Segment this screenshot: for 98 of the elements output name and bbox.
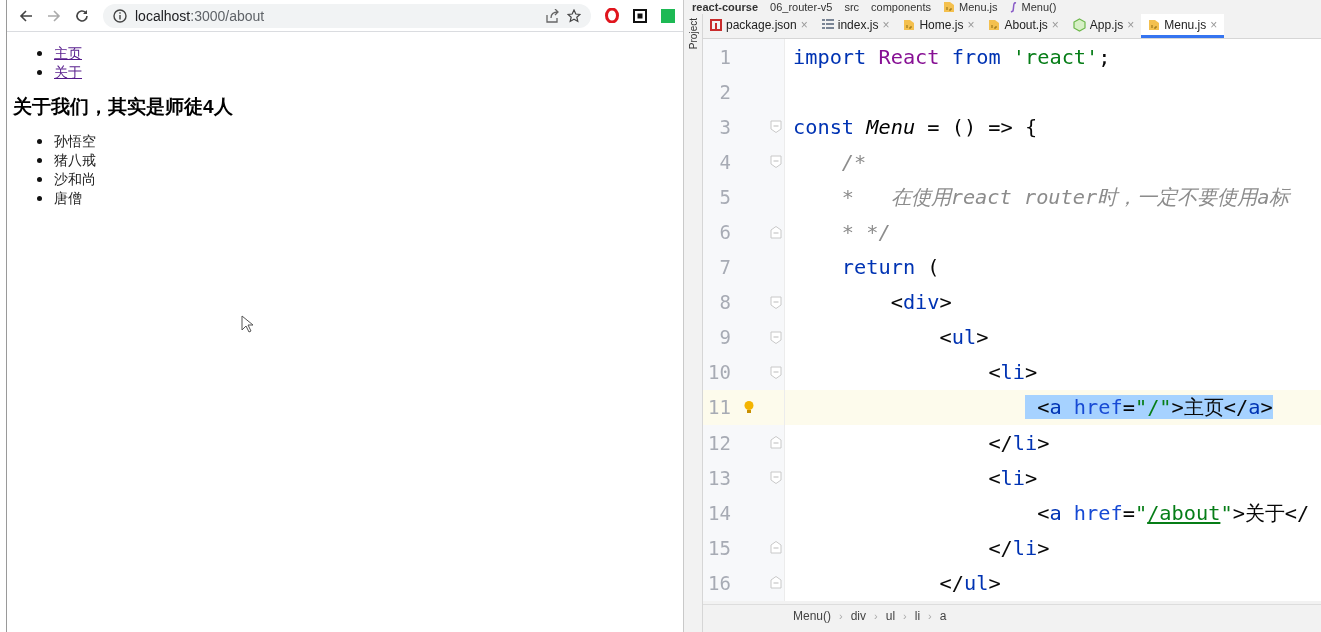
- code-line: <li>: [987, 465, 1038, 490]
- lightbulb-icon[interactable]: [743, 400, 755, 415]
- fold-marker-icon[interactable]: [770, 330, 782, 344]
- share-icon[interactable]: [545, 8, 559, 23]
- editor-tab[interactable]: App.js ×: [1065, 14, 1142, 38]
- chevron-icon: ›: [839, 610, 843, 622]
- code-line: return (: [840, 255, 940, 280]
- line-number: 16: [707, 571, 731, 594]
- square-extension-icon[interactable]: [661, 8, 675, 23]
- code-line: /*: [840, 149, 867, 174]
- member-name: 猪八戒: [54, 151, 96, 170]
- fold-marker-icon[interactable]: [770, 120, 782, 134]
- line-number: 5: [718, 185, 731, 208]
- text-file-icon: [821, 19, 834, 30]
- code-line: * 在使用react router时，一定不要使用a标: [840, 183, 1290, 211]
- line-number: 8: [718, 291, 731, 314]
- bullet-icon: [37, 158, 42, 163]
- js-file-icon: [1148, 18, 1161, 31]
- code-line: * */: [840, 220, 891, 244]
- bullet-icon: [37, 196, 42, 201]
- fold-marker-icon[interactable]: [770, 471, 782, 485]
- js-file-icon: [943, 1, 956, 13]
- info-icon[interactable]: [113, 8, 127, 23]
- opera-icon[interactable]: [605, 8, 619, 23]
- fold-marker-icon[interactable]: [770, 576, 782, 590]
- js-file-icon: [903, 18, 916, 31]
- member-name: 沙和尚: [54, 170, 96, 189]
- code-line: <ul>: [938, 325, 989, 350]
- nav-link[interactable]: 主页: [54, 44, 82, 63]
- bullet-icon: [37, 70, 42, 75]
- reload-icon[interactable]: [75, 8, 89, 23]
- editor-tab[interactable]: package.json ×: [703, 14, 815, 38]
- line-number: 1: [718, 45, 731, 68]
- bullet-icon: [37, 51, 42, 56]
- bullet-icon: [37, 139, 42, 144]
- line-number: 7: [718, 256, 731, 279]
- forward-icon[interactable]: [47, 8, 61, 23]
- code-line: <a href="/">主页</a>: [793, 393, 1273, 422]
- member-name: 唐僧: [54, 189, 82, 208]
- status-path-item[interactable]: a: [939, 609, 947, 623]
- chevron-icon: ›: [928, 610, 932, 622]
- page-heading: 关于我们，其实是师徒4人: [13, 95, 234, 119]
- breadcrumb-item[interactable]: src: [844, 1, 860, 13]
- line-number: 13: [707, 466, 731, 489]
- js-file-icon: [988, 18, 1001, 31]
- mouse-cursor-icon: [241, 315, 253, 333]
- editor-tab[interactable]: Menu.js ×: [1141, 14, 1225, 38]
- chevron-icon: ›: [903, 610, 907, 622]
- node-icon: [1072, 17, 1086, 32]
- line-number: 3: [718, 115, 731, 138]
- line-number: 6: [718, 221, 731, 243]
- breadcrumb-item[interactable]: 06_router-v5: [770, 1, 833, 13]
- line-number: 9: [718, 326, 731, 349]
- breadcrumb-item[interactable]: Menu.js: [943, 1, 998, 13]
- code-line: import React from 'react';: [793, 44, 1111, 69]
- fold-marker-icon[interactable]: [770, 295, 782, 309]
- back-icon[interactable]: [19, 8, 33, 23]
- chevron-icon: ›: [874, 610, 878, 622]
- status-path-item[interactable]: div: [850, 609, 867, 623]
- url-path: :3000/about: [190, 7, 266, 24]
- bullet-icon: [37, 177, 42, 182]
- editor-tab[interactable]: index.js ×: [814, 14, 897, 38]
- code-line: const Menu = () => {: [793, 114, 1038, 139]
- editor-tab[interactable]: About.js ×: [981, 14, 1066, 38]
- project-panel-label[interactable]: Project: [687, 18, 699, 50]
- breadcrumb-item[interactable]: react-course: [692, 1, 759, 13]
- url-host: localhost: [135, 7, 191, 24]
- breadcrumb-item[interactable]: Menu(): [1009, 1, 1057, 13]
- line-number: 10: [707, 361, 731, 384]
- code-line: </li>: [987, 535, 1050, 560]
- fold-marker-icon[interactable]: [770, 436, 782, 450]
- fold-marker-icon[interactable]: [770, 365, 782, 379]
- function-icon: [1009, 1, 1018, 13]
- line-number: 2: [718, 80, 731, 103]
- line-number: 15: [707, 536, 731, 559]
- npm-icon: [710, 18, 722, 31]
- extension-icon[interactable]: [633, 8, 647, 23]
- code-line: <div>: [889, 290, 952, 315]
- fold-marker-icon[interactable]: [770, 541, 782, 555]
- member-name: 孙悟空: [54, 132, 96, 151]
- code-line: </li>: [987, 430, 1050, 455]
- line-number: 4: [718, 150, 731, 173]
- status-path-item[interactable]: ul: [885, 609, 896, 623]
- line-number: 14: [707, 501, 731, 524]
- fold-marker-icon[interactable]: [770, 225, 782, 239]
- editor-tab[interactable]: Home.js ×: [896, 14, 982, 38]
- address-bar[interactable]: localhost:3000/about: [103, 3, 591, 28]
- breadcrumb-item[interactable]: components: [871, 1, 932, 13]
- status-path-item[interactable]: Menu(): [793, 609, 831, 623]
- star-icon[interactable]: [567, 8, 581, 23]
- code-line: <li>: [987, 360, 1038, 385]
- fold-marker-icon[interactable]: [770, 155, 782, 169]
- code-line: </ul>: [938, 570, 1001, 595]
- status-path-item[interactable]: li: [914, 609, 921, 623]
- code-line: <a href="/about">关于</: [1036, 499, 1310, 527]
- nav-link[interactable]: 关于: [54, 63, 82, 82]
- line-number: 12: [707, 431, 731, 454]
- line-number: 11: [707, 396, 731, 419]
